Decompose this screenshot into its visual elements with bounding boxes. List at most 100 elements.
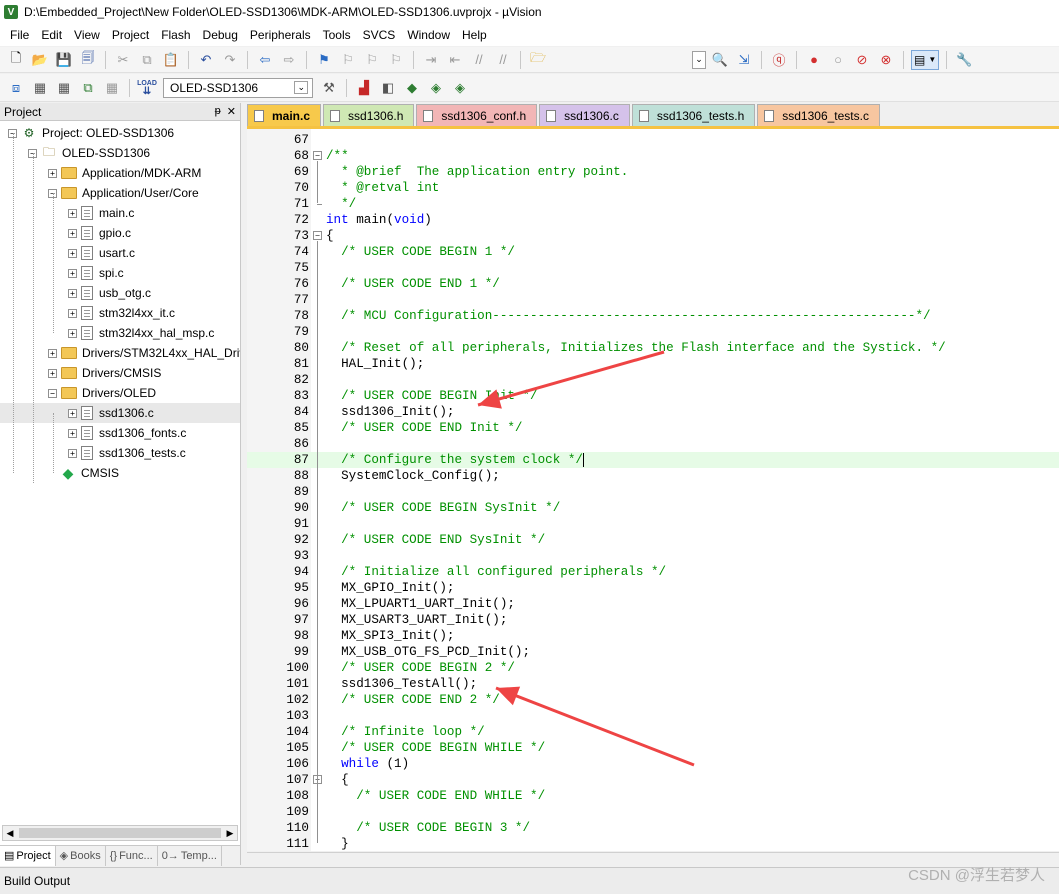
panel-tab-func[interactable]: {} Func...	[106, 845, 158, 866]
menu-help[interactable]: Help	[456, 28, 493, 42]
code-line[interactable]: 92 /* USER CODE END SysInit */	[247, 532, 1059, 548]
save-all-icon[interactable]: 🗐	[78, 50, 98, 70]
code-editor[interactable]: 67 68−/** 69 * @brief The application entr…	[247, 126, 1059, 851]
code-line[interactable]: 73−{	[247, 228, 1059, 244]
code-line[interactable]: 91	[247, 516, 1059, 532]
scroll-left-icon[interactable]: ◀	[3, 828, 17, 839]
code-line[interactable]: 100 /* USER CODE BEGIN 2 */	[247, 660, 1059, 676]
configure-icon[interactable]: 🔧	[954, 50, 974, 70]
code-line[interactable]: 83 /* USER CODE BEGIN Init */	[247, 388, 1059, 404]
select-packs-icon[interactable]: ◧	[378, 78, 398, 98]
batch-build-icon[interactable]: ⧉	[78, 78, 98, 98]
debug-session-icon[interactable]: ⓠ	[769, 50, 789, 70]
copy-icon[interactable]: ⧉	[137, 50, 157, 70]
tree-item-gem[interactable]: ◆ CMSIS	[48, 463, 119, 483]
tree-folder-item[interactable]: − Application/User/Core	[48, 183, 199, 203]
panel-tab-temp[interactable]: 0→ Temp...	[158, 845, 222, 866]
find-icon[interactable]: 🔍	[710, 50, 730, 70]
uncomment-icon[interactable]: //	[493, 50, 513, 70]
expand-icon[interactable]: +	[48, 348, 57, 358]
redo-icon[interactable]: ↷	[220, 50, 240, 70]
code-line[interactable]: 106 while (1)	[247, 756, 1059, 772]
rebuild-icon[interactable]: ▦	[54, 78, 74, 98]
comment-icon[interactable]: //	[469, 50, 489, 70]
expand-icon[interactable]: +	[68, 428, 77, 438]
incremental-find-icon[interactable]: ⇲	[734, 50, 754, 70]
code-line[interactable]: 76 /* USER CODE END 1 */	[247, 276, 1059, 292]
code-line[interactable]: 72 int main(void)	[247, 212, 1059, 228]
expand-icon[interactable]: +	[68, 248, 77, 258]
code-line[interactable]: 82	[247, 372, 1059, 388]
tree-folder-item[interactable]: − Drivers/OLED	[48, 383, 156, 403]
code-line[interactable]: 109	[247, 804, 1059, 820]
code-line[interactable]: 102 /* USER CODE END 2 */	[247, 692, 1059, 708]
expand-icon[interactable]: +	[48, 168, 57, 178]
new-file-icon[interactable]: 🗋	[6, 50, 26, 70]
menu-flash[interactable]: Flash	[155, 28, 196, 42]
expand-icon[interactable]: +	[68, 408, 77, 418]
code-line[interactable]: 84 ssd1306_Init();	[247, 404, 1059, 420]
window-layout-dropdown[interactable]: ▤ ▼	[911, 49, 940, 70]
tree-file-item[interactable]: + usb_otg.c	[68, 283, 151, 303]
expand-icon[interactable]: +	[68, 208, 77, 218]
code-line[interactable]: 81 HAL_Init();	[247, 356, 1059, 372]
manage-rte-icon[interactable]: ◆	[402, 78, 422, 98]
panel-tab-books[interactable]: ◈ Books	[56, 845, 106, 866]
tree-folder-item[interactable]: + Drivers/STM32L4xx_HAL_Driv	[48, 343, 240, 363]
collapse-icon[interactable]: −	[48, 388, 57, 398]
code-line[interactable]: 69 * @brief The application entry point.	[247, 164, 1059, 180]
tree-item-target[interactable]: − 🗀 OLED-SSD1306	[28, 143, 150, 163]
tree-file-item[interactable]: + ssd1306_fonts.c	[68, 423, 186, 443]
code-line[interactable]: 103	[247, 708, 1059, 724]
stop-build-icon[interactable]: ▦	[102, 78, 122, 98]
tree-file-item[interactable]: + stm32l4xx_hal_msp.c	[68, 323, 214, 343]
code-line[interactable]: 75	[247, 260, 1059, 276]
code-line[interactable]: 85 /* USER CODE END Init */	[247, 420, 1059, 436]
code-line[interactable]: 88 SystemClock_Config();	[247, 468, 1059, 484]
code-line[interactable]: 90 /* USER CODE BEGIN SysInit */	[247, 500, 1059, 516]
code-line[interactable]: 89	[247, 484, 1059, 500]
target-select[interactable]: OLED-SSD1306 ⌄	[163, 77, 313, 98]
open-folder-icon[interactable]: 📂	[30, 50, 50, 70]
breakpoint-icon[interactable]: ●	[804, 50, 824, 70]
panel-tab-project[interactable]: ▤ Project	[0, 845, 56, 866]
menu-tools[interactable]: Tools	[317, 28, 357, 42]
pin-icon[interactable]: ᵽ	[215, 105, 221, 118]
code-line[interactable]: 96 MX_LPUART1_UART_Init();	[247, 596, 1059, 612]
build-icon[interactable]: ▦	[30, 78, 50, 98]
menu-file[interactable]: File	[4, 28, 35, 42]
code-line[interactable]: 98 MX_SPI3_Init();	[247, 628, 1059, 644]
tree-file-item[interactable]: + usart.c	[68, 243, 135, 263]
code-line[interactable]: 67	[247, 132, 1059, 148]
tree-file-item[interactable]: + ssd1306_tests.c	[68, 443, 186, 463]
code-line[interactable]: 70 * @retval int	[247, 180, 1059, 196]
code-line[interactable]: 107− {	[247, 772, 1059, 788]
cut-icon[interactable]: ✂	[113, 50, 133, 70]
disable-breakpoint-icon[interactable]: ○	[828, 50, 848, 70]
code-line[interactable]: 77	[247, 292, 1059, 308]
expand-icon[interactable]: +	[68, 308, 77, 318]
editor-scrollbar[interactable]	[247, 852, 1059, 864]
menu-edit[interactable]: Edit	[35, 28, 68, 42]
expand-icon[interactable]: +	[68, 268, 77, 278]
editor-tab-main-c[interactable]: main.c	[247, 104, 322, 126]
next-bookmark-icon[interactable]: ⚐	[362, 50, 382, 70]
expand-icon[interactable]: +	[68, 448, 77, 458]
menu-view[interactable]: View	[68, 28, 106, 42]
expand-icon[interactable]: +	[68, 328, 77, 338]
fold-collapse-icon[interactable]: −	[313, 151, 322, 160]
code-line[interactable]: 74 /* USER CODE BEGIN 1 */	[247, 244, 1059, 260]
code-line[interactable]: 111 }	[247, 836, 1059, 851]
code-line[interactable]: 95 MX_GPIO_Init();	[247, 580, 1059, 596]
menu-svcs[interactable]: SVCS	[357, 28, 402, 42]
tree-folder-item[interactable]: + Drivers/CMSIS	[48, 363, 161, 383]
save-icon[interactable]: 💾	[54, 50, 74, 70]
scroll-right-icon[interactable]: ▶	[223, 828, 237, 839]
tree-file-item[interactable]: + gpio.c	[68, 223, 131, 243]
code-line[interactable]: 94 /* Initialize all configured peripher…	[247, 564, 1059, 580]
tree-file-item[interactable]: + main.c	[68, 203, 134, 223]
find-combo-dropdown[interactable]: ⌄	[692, 50, 706, 69]
tree-item-project[interactable]: − ⚙ Project: OLED-SSD1306	[8, 123, 174, 143]
scrollbar-thumb[interactable]	[19, 828, 221, 838]
editor-tab-ssd1306-c[interactable]: ssd1306.c	[539, 104, 630, 126]
